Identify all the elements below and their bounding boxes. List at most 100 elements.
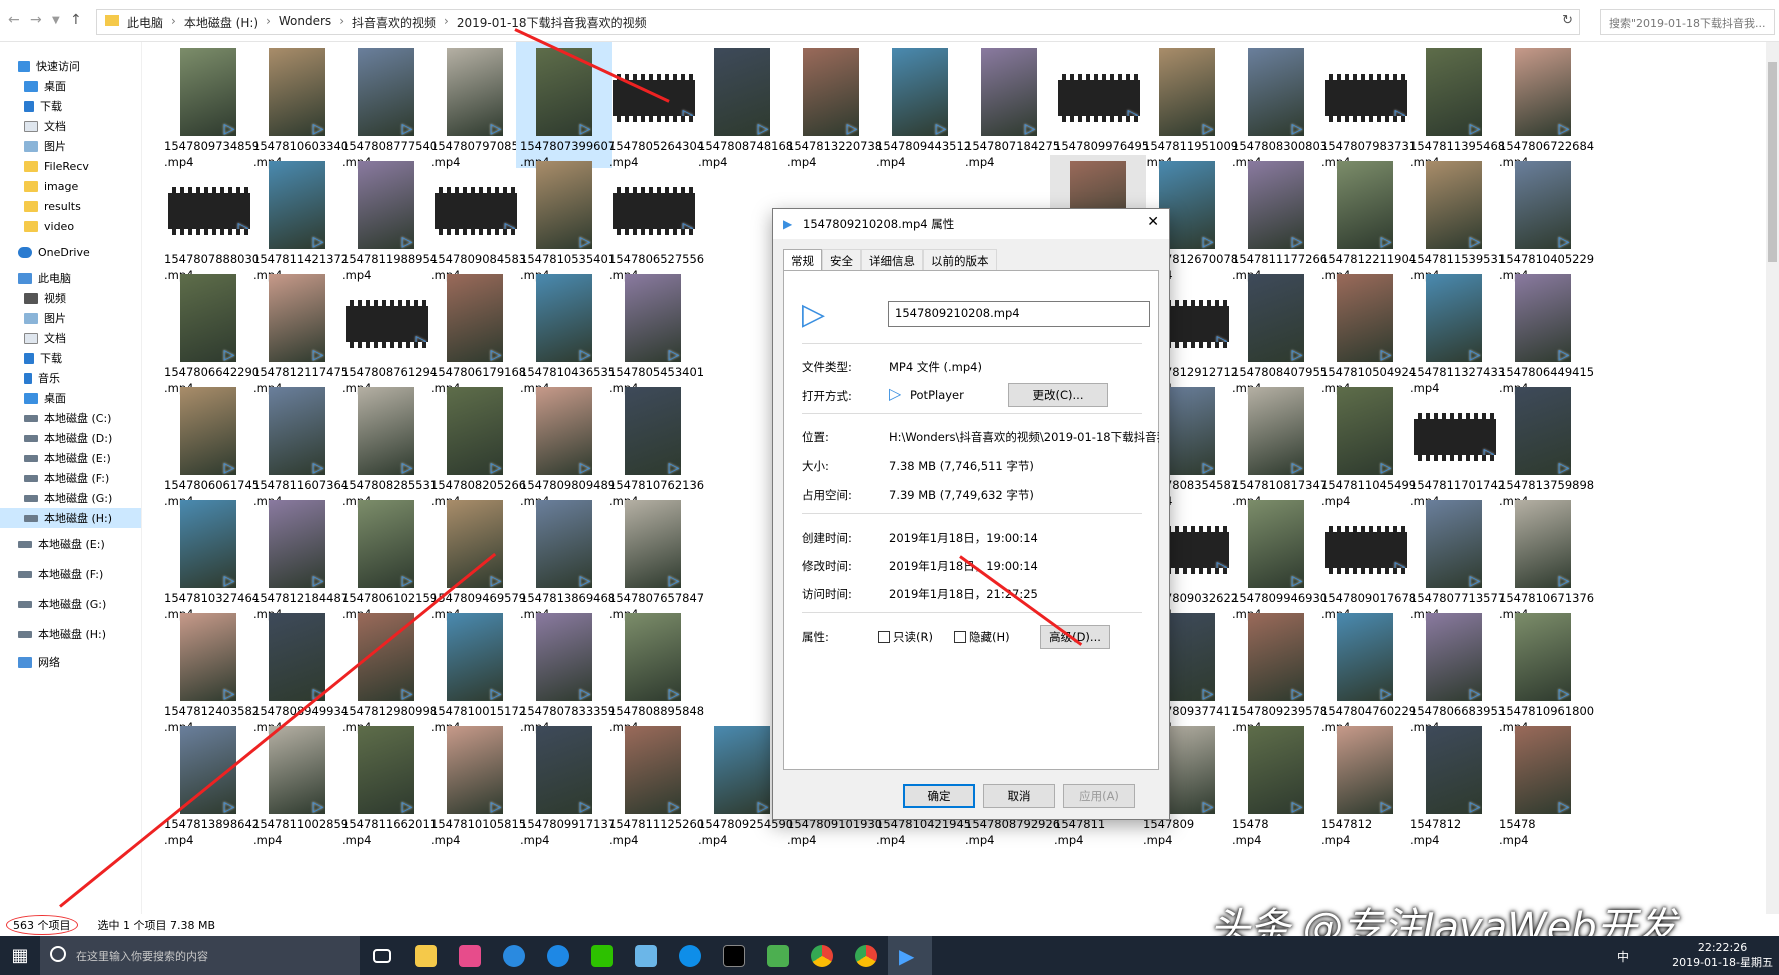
sidebar-item-drive-g[interactable]: 本地磁盘 (G:) [24, 488, 112, 508]
sidebar-item-drive-h-2[interactable]: 本地磁盘 (H:) [18, 624, 106, 644]
file-tile[interactable]: ▷ 1547811539531 .mp4 [1406, 155, 1505, 282]
file-tile[interactable]: ▷ 1547805264304 .mp4 [605, 42, 704, 169]
crumb-this-pc[interactable]: 此电脑 [127, 14, 163, 31]
readonly-checkbox[interactable]: 只读(R) [878, 629, 933, 645]
sidebar-item-drive-c[interactable]: 本地磁盘 (C:) [24, 408, 111, 428]
chrome-icon-2[interactable] [844, 936, 888, 975]
file-tile[interactable]: ▷ 1547811395468 .mp4 [1406, 42, 1505, 169]
file-tile[interactable]: ▷ 15478 .mp4 [1228, 720, 1324, 847]
sidebar-item-desktop-2[interactable]: 桌面 [24, 388, 66, 408]
file-tile[interactable]: ▷ 1547808285531 .mp4 [338, 381, 437, 508]
file-tile[interactable]: ▷ 1547810015172 .mp4 [427, 607, 526, 734]
file-tile[interactable]: ▷ 1547808761294 .mp4 [338, 268, 437, 395]
file-tile[interactable]: ▷ 1547810405229 .mp4 [1495, 155, 1594, 282]
file-tile[interactable]: ▷ 1547811125260 .mp4 [605, 720, 704, 847]
kugou-icon[interactable] [536, 936, 580, 975]
file-tile[interactable]: ▷ 1547809917137 .mp4 [516, 720, 615, 847]
file-tile[interactable]: ▷ 1547806642290 .mp4 [160, 268, 259, 395]
taskbar-search[interactable]: 在这里输入你要搜索的内容 [40, 936, 360, 975]
file-tile[interactable]: ▷ 1547808407955 .mp4 [1228, 268, 1327, 395]
ime-indicator[interactable]: 中 [1617, 948, 1629, 965]
cancel-button[interactable]: 取消 [983, 784, 1055, 808]
file-tile[interactable]: ▷1547809976495.mp4 [1050, 42, 1149, 169]
sidebar-item-drive-e[interactable]: 本地磁盘 (E:) [24, 448, 111, 468]
sidebar-item-desktop[interactable]: 桌面 [24, 76, 66, 96]
file-tile[interactable]: ▷ 1547805453401 .mp4 [605, 268, 704, 395]
file-tile[interactable]: ▷ 1547811177266 .mp4 [1228, 155, 1327, 282]
file-tile[interactable]: ▷ 1547810961800 .mp4 [1495, 607, 1594, 734]
vertical-scrollbar[interactable] [1766, 42, 1779, 914]
file-tile[interactable]: ▷ 1547806061745 .mp4 [160, 381, 259, 508]
tab-details[interactable]: 详细信息 [861, 249, 923, 271]
file-tile[interactable]: ▷ 1547807833359 .mp4 [516, 607, 615, 734]
recent-dropdown-icon[interactable]: ▼ [52, 15, 60, 26]
file-tile[interactable]: ▷ 1547812184487 .mp4 [249, 494, 348, 621]
sidebar-item-image[interactable]: image [24, 176, 78, 196]
filename-field[interactable]: 1547809210208.mp4 [888, 301, 1150, 327]
sidebar-item-pictures-2[interactable]: 图片 [24, 308, 66, 328]
file-tile[interactable]: ▷ 1547812 .mp4 [1406, 720, 1502, 847]
task-view-icon[interactable] [360, 936, 404, 975]
crumb-drive-h[interactable]: 本地磁盘 (H:) [184, 14, 258, 31]
file-tile[interactable]: ▷ 1547807983731 .mp4 [1317, 42, 1416, 169]
file-tile[interactable]: ▷ 1547813869468 .mp4 [516, 494, 615, 621]
file-tile[interactable]: ▷ 1547810436535 .mp4 [516, 268, 615, 395]
tab-general[interactable]: 常规 [783, 249, 822, 271]
file-tile[interactable]: ▷ 1547809017678 .mp4 [1317, 494, 1416, 621]
sidebar-item-network[interactable]: 网络 [18, 652, 60, 672]
checkbox-box[interactable] [954, 631, 966, 643]
sidebar-item-drive-e-2[interactable]: 本地磁盘 (E:) [18, 534, 105, 554]
up-icon[interactable]: ↑ [70, 12, 82, 28]
file-tile[interactable]: ▷ 1547807970854 .mp4 [427, 42, 526, 169]
notes-icon[interactable] [624, 936, 668, 975]
file-tile[interactable]: ▷ 1547809734859 .mp4 [160, 42, 259, 169]
sidebar-item-downloads[interactable]: 下载 [24, 96, 62, 116]
sidebar-item-drive-f[interactable]: 本地磁盘 (F:) [24, 468, 109, 488]
file-tile[interactable]: ▷ 1547807184275 .mp4 [961, 42, 1060, 169]
file-tile[interactable]: ▷ 1547810671376 .mp4 [1495, 494, 1594, 621]
file-tile[interactable]: ▷ 1547813220738 .mp4 [783, 42, 882, 169]
file-tile[interactable]: ▷ 1547810817347 .mp4 [1228, 381, 1327, 508]
file-tile[interactable]: ▷ 1547810603340 .mp4 [249, 42, 348, 169]
sidebar-item-this-pc[interactable]: 此电脑 [18, 268, 71, 288]
file-tile[interactable]: ▷ 1547807657847 .mp4 [605, 494, 704, 621]
sidebar-item-documents-2[interactable]: 文档 [24, 328, 66, 348]
file-tile[interactable]: ▷ 1547808748168 .mp4 [694, 42, 793, 169]
intellij-icon[interactable] [448, 936, 492, 975]
crumb-current-folder[interactable]: 2019-01-18下载抖音我喜欢的视频 [457, 14, 647, 31]
file-tile[interactable]: ▷ 1547806527556 .mp4 [605, 155, 704, 282]
sidebar-item-results[interactable]: results [24, 196, 81, 216]
file-tile[interactable]: ▷ 1547809443512 .mp4 [872, 42, 971, 169]
file-tile[interactable]: ▷ 1547809946930 .mp4 [1228, 494, 1327, 621]
file-tile[interactable]: ▷ 1547806449415 .mp4 [1495, 268, 1594, 395]
tab-previous-versions[interactable]: 以前的版本 [923, 249, 997, 271]
file-tile[interactable]: ▷ 1547811701742 .mp4 [1406, 381, 1505, 508]
file-tile[interactable]: ▷ 1547812117475 .mp4 [249, 268, 348, 395]
file-tile[interactable]: ▷ 1547808777540 .mp4 [338, 42, 437, 169]
file-tile[interactable]: ▷ 1547811421372 .mp4 [249, 155, 348, 282]
file-tile[interactable]: ▷ 1547809084583 .mp4 [427, 155, 526, 282]
sidebar-item-onedrive[interactable]: OneDrive [18, 242, 90, 262]
dialog-title-bar[interactable]: ▶ 1547809210208.mp4 属性 ✕ [773, 209, 1169, 239]
apply-button[interactable]: 应用(A) [1063, 784, 1135, 808]
file-tile[interactable]: ▷ 1547807713577 .mp4 [1406, 494, 1505, 621]
file-explorer-icon[interactable] [404, 936, 448, 975]
system-clock[interactable]: 22:22:26 2019-01-18-星期五 [1672, 940, 1773, 970]
file-tile[interactable]: ▷ 1547812211904 .mp4 [1317, 155, 1416, 282]
file-tile[interactable]: ▷ 1547812403582 .mp4 [160, 607, 259, 734]
file-tile[interactable]: ▷ 1547806722684 .mp4 [1495, 42, 1594, 169]
forward-icon[interactable]: → [30, 12, 42, 28]
wechat-icon[interactable] [580, 936, 624, 975]
close-icon[interactable]: ✕ [1147, 214, 1159, 230]
scrollbar-thumb[interactable] [1768, 62, 1777, 262]
file-tile[interactable]: ▷ 1547808205266 .mp4 [427, 381, 526, 508]
sidebar-item-videos[interactable]: 视频 [24, 288, 66, 308]
sidebar-item-drive-g-2[interactable]: 本地磁盘 (G:) [18, 594, 106, 614]
back-icon[interactable]: ← [8, 12, 20, 28]
file-tile[interactable]: ▷ 1547810327464 .mp4 [160, 494, 259, 621]
file-tile[interactable]: ▷ 1547809239578 .mp4 [1228, 607, 1327, 734]
hidden-checkbox[interactable]: 隐藏(H) [954, 629, 1010, 645]
search-input[interactable]: 搜索"2019-01-18下载抖音我... [1600, 9, 1775, 35]
teamviewer-icon[interactable] [668, 936, 712, 975]
file-tile[interactable]: ▷ 1547809809489 .mp4 [516, 381, 615, 508]
